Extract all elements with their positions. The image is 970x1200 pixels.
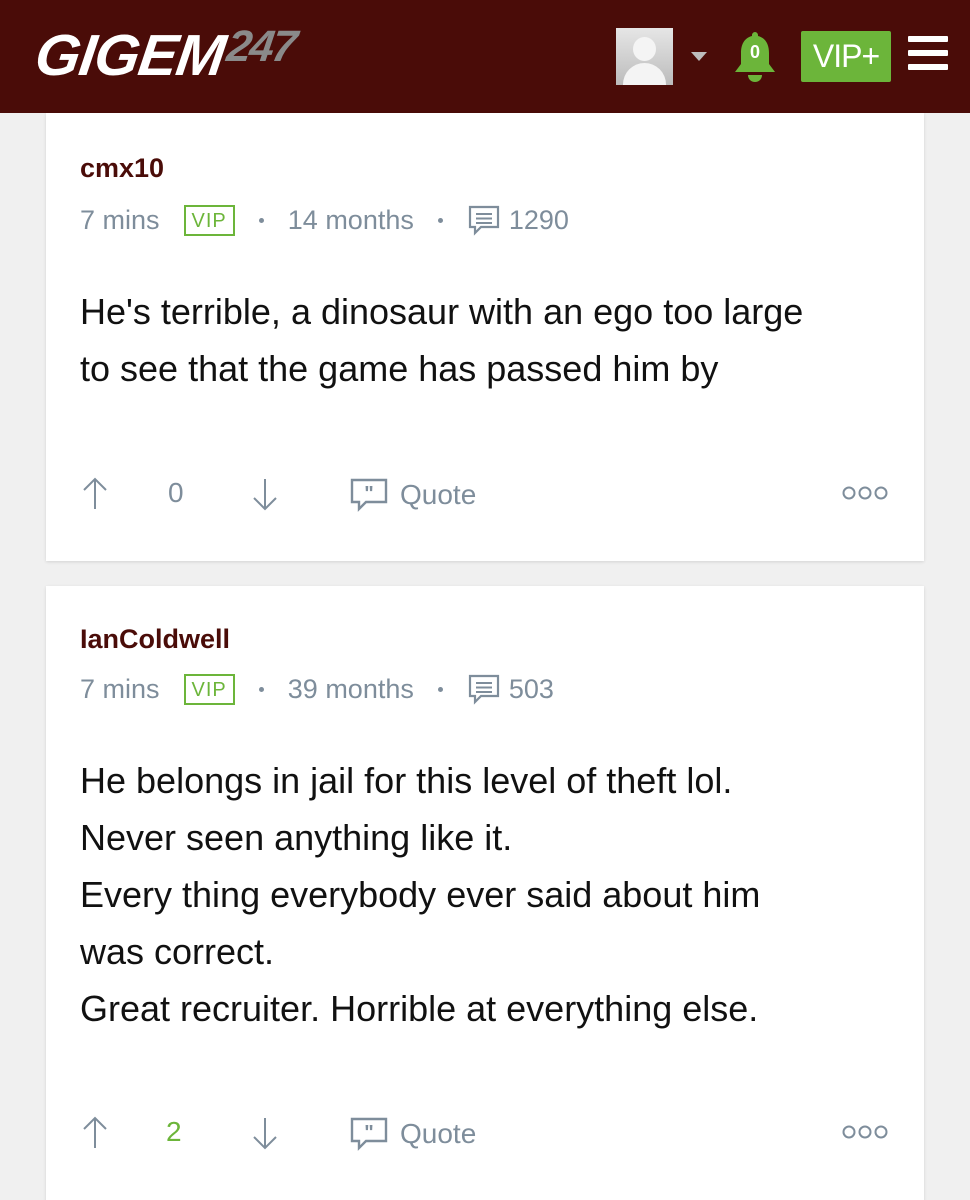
quote-label: Quote — [400, 479, 477, 510]
quote-button[interactable]: " Quote — [350, 1114, 476, 1154]
quote-icon: " — [350, 1117, 388, 1151]
post-body: He belongs in jail for this level of the… — [80, 752, 900, 1037]
member-tenure: 14 months — [287, 204, 414, 235]
post-line: to see that the game has passed him by — [80, 348, 719, 389]
post-line: Great recruiter. Horrible at everything … — [80, 988, 759, 1029]
user-avatar[interactable] — [616, 28, 673, 85]
quote-icon: " — [350, 478, 388, 512]
post-line: He belongs in jail for this level of the… — [80, 760, 733, 801]
vote-count: 0 — [168, 477, 184, 508]
message-icon — [468, 674, 499, 705]
svg-text:": " — [364, 483, 373, 505]
post-username[interactable]: cmx10 — [80, 153, 164, 184]
post-line: Every thing everybody ever said about hi… — [80, 874, 761, 915]
post-body: He's terrible, a dinosaur with an ego to… — [80, 283, 900, 397]
arrow-down-icon[interactable] — [250, 1114, 280, 1154]
post-time: 7 mins — [80, 673, 160, 704]
more-icon[interactable] — [842, 1124, 888, 1140]
post-username[interactable]: IanColdwell — [80, 624, 230, 655]
site-header: GIGEM 247 0 VIP+ — [0, 0, 970, 113]
notifications-button[interactable]: 0 — [729, 28, 781, 84]
separator-dot — [437, 217, 443, 223]
forum-post: cmx10 7 mins VIP 14 months 1290 He's ter… — [46, 113, 924, 561]
post-count: 1290 — [508, 204, 569, 235]
post-actions: 0 " Quote — [80, 475, 888, 515]
svg-text:": " — [364, 1122, 373, 1144]
quote-label: Quote — [400, 1118, 477, 1149]
arrow-down-icon[interactable] — [250, 475, 280, 515]
vote-count: 2 — [166, 1116, 182, 1147]
post-line: Never seen anything like it. — [80, 817, 513, 858]
arrow-up-icon[interactable] — [80, 475, 110, 515]
more-icon[interactable] — [842, 485, 888, 501]
avatar-body — [623, 63, 666, 85]
post-meta: 7 mins VIP 14 months 1290 — [80, 202, 569, 238]
avatar-head — [633, 37, 656, 61]
menu-icon[interactable] — [908, 36, 948, 70]
arrow-up-icon[interactable] — [80, 1114, 110, 1154]
forum-post: IanColdwell 7 mins VIP 39 months 503 He … — [46, 586, 924, 1200]
post-meta: 7 mins VIP 39 months 503 — [80, 671, 554, 707]
quote-button[interactable]: " Quote — [350, 475, 476, 515]
separator-dot — [258, 217, 264, 223]
logo-brand: GIGEM — [31, 23, 229, 88]
post-time: 7 mins — [80, 204, 160, 235]
vip-badge: VIP — [183, 204, 235, 236]
post-actions: 2 " Quote — [80, 1114, 888, 1154]
post-line: was correct. — [80, 931, 275, 972]
site-logo[interactable]: GIGEM 247 — [31, 22, 299, 88]
separator-dot — [258, 686, 264, 692]
logo-number: 247 — [223, 22, 299, 71]
post-line: He's terrible, a dinosaur with an ego to… — [80, 291, 804, 332]
post-count: 503 — [508, 673, 554, 704]
separator-dot — [437, 686, 443, 692]
notification-count: 0 — [749, 42, 760, 62]
member-tenure: 39 months — [287, 673, 414, 704]
vip-badge: VIP — [183, 673, 235, 705]
message-icon — [468, 205, 499, 236]
chevron-down-icon[interactable] — [691, 52, 707, 61]
vip-plus-button[interactable]: VIP+ — [801, 31, 891, 82]
